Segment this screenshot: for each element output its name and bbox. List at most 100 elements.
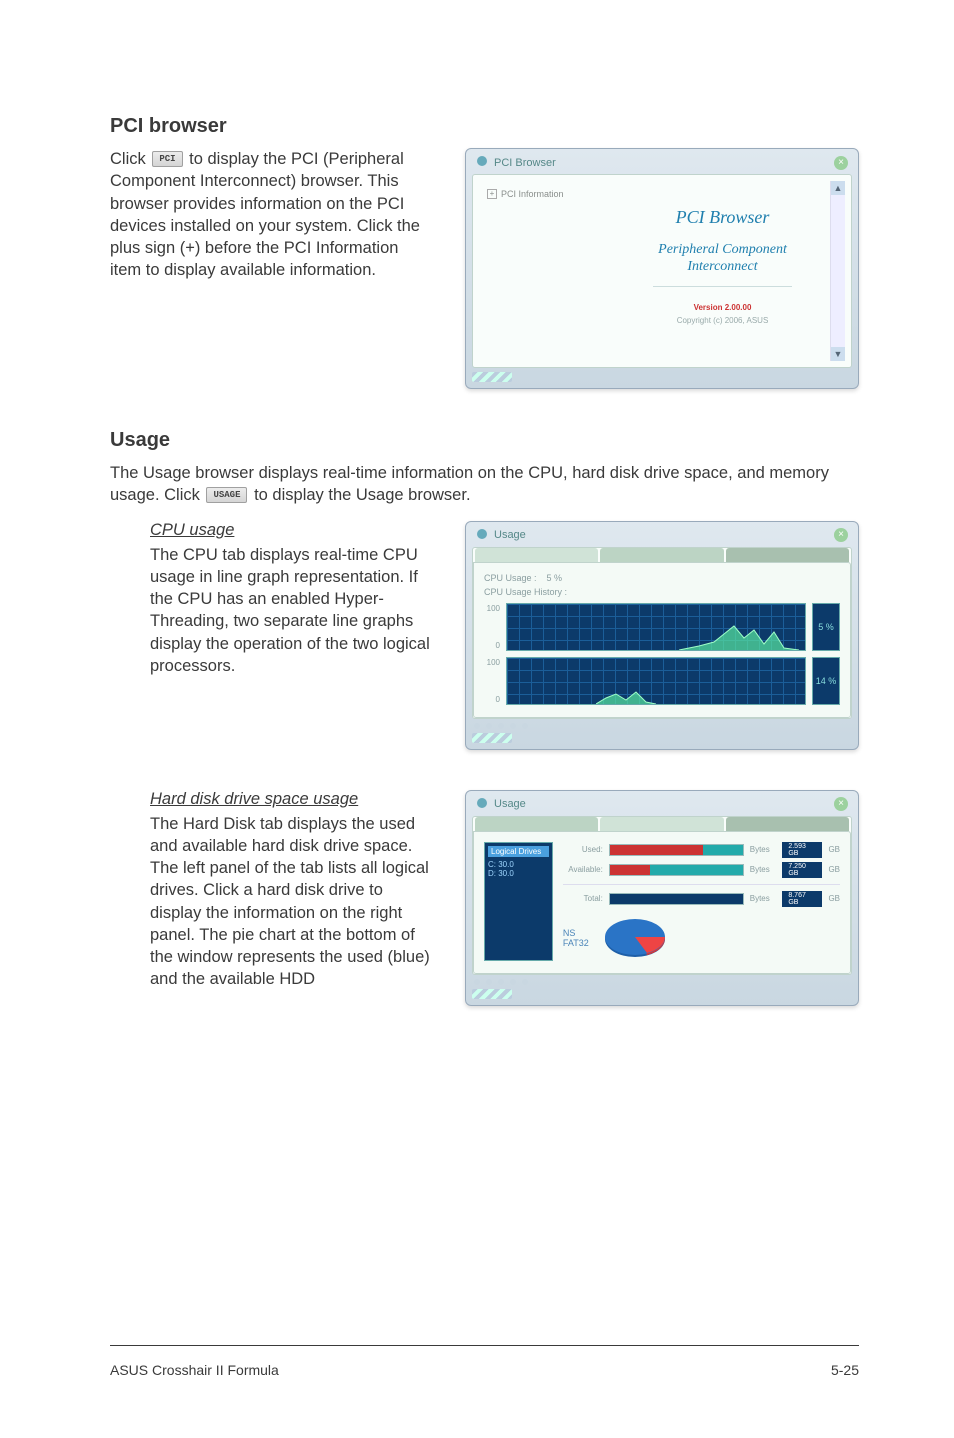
hdd-info-panel: Used: Bytes 2.593 GB GB: [563, 842, 840, 961]
hdd-avail-unit: Bytes: [750, 865, 777, 874]
usage-button-inline[interactable]: USAGE: [206, 487, 247, 503]
usage-tabs-hdd: [473, 817, 851, 831]
hdd-row-total: Total: Bytes 8.767 GB GB: [563, 891, 840, 907]
cpu-window-title: Usage: [494, 529, 526, 541]
pci-copyright: Copyright (c) 2006, ASUS: [677, 316, 769, 325]
footer-left: ASUS Crosshair II Formula: [110, 1362, 279, 1378]
cpu-graph1-yaxis: 100 0: [484, 604, 500, 650]
hdd-drive-item[interactable]: D: 30.0: [488, 869, 549, 878]
hdd-used-unit: Bytes: [750, 845, 777, 854]
close-icon[interactable]: ×: [834, 156, 848, 170]
close-icon[interactable]: ×: [834, 528, 848, 542]
hdd-used-bar: [609, 844, 744, 856]
hdd-usage-window: Usage × Logical Dri: [465, 790, 859, 1006]
tab-cpu[interactable]: [475, 548, 598, 562]
cpu-usage-window: Usage × CPU Usage :: [465, 521, 859, 750]
pci-info-panel: PCI Browser Peripheral Component Interco…: [615, 181, 830, 361]
cpu-usage-value-line: CPU Usage : 5 %: [484, 573, 840, 583]
hdd-avail-bar: [609, 864, 744, 876]
subhead-cpu-usage: CPU usage: [150, 521, 430, 540]
hdd-avail-unit2: GB: [828, 865, 840, 874]
cpu-paragraph: The CPU tab displays real-time CPU usage…: [150, 544, 430, 678]
cpu-usage-label: CPU Usage :: [484, 573, 537, 583]
close-icon[interactable]: ×: [834, 797, 848, 811]
cpu-usage-value: 5 %: [547, 573, 563, 583]
tab-memory[interactable]: [726, 817, 849, 831]
hdd-row-available: Available: Bytes 7.250 GB GB: [563, 862, 840, 878]
tab-hdd[interactable]: [600, 817, 723, 831]
usage-intro-paragraph: The Usage browser displays real-time inf…: [110, 462, 850, 507]
footer-rule: [110, 1345, 859, 1346]
hdd-total-unit: Bytes: [750, 894, 777, 903]
hdd-drive-list: Logical Drives C: 30.0 D: 30.0: [484, 842, 553, 961]
cpu-graph-1: [506, 603, 806, 651]
pci-content-title: PCI Browser: [676, 207, 770, 228]
scrollbar[interactable]: ▲ ▼: [830, 181, 845, 361]
pci-paragraph: Click PCI to display the PCI (Peripheral…: [110, 148, 430, 282]
hdd-total-chip: 8.767 GB: [782, 891, 822, 907]
footer-right: 5-25: [831, 1362, 859, 1378]
heading-pci-browser: PCI browser: [110, 115, 859, 138]
hdd-total-label: Total:: [563, 894, 603, 903]
cpu-window-dots: [472, 719, 852, 729]
pci-window-title: PCI Browser: [494, 157, 556, 169]
hdd-avail-label: Available:: [563, 865, 603, 874]
tab-memory[interactable]: [726, 548, 849, 562]
tab-hdd[interactable]: [600, 548, 723, 562]
plus-icon[interactable]: +: [487, 189, 497, 199]
hdd-used-unit2: GB: [828, 845, 840, 854]
hdd-pie-chart: NS FAT32: [563, 915, 840, 961]
usage-tabs: [473, 548, 851, 562]
cpu-graph2-pct: 14 %: [812, 657, 840, 705]
hdd-total-unit2: GB: [828, 894, 840, 903]
pci-para-post: to display the PCI (Peripheral Component…: [110, 150, 420, 279]
scroll-up-icon[interactable]: ▲: [831, 181, 845, 195]
heading-usage: Usage: [110, 429, 859, 452]
pci-tree-label: PCI Information: [501, 189, 564, 199]
pci-para-pre: Click: [110, 150, 150, 168]
cpu-window-titlebar: Usage ×: [472, 526, 852, 547]
cpu-history-label: CPU Usage History :: [484, 587, 840, 597]
resize-grip-icon[interactable]: [472, 372, 512, 382]
cpu-y-bot: 0: [484, 641, 500, 650]
hdd-used-chip: 2.593 GB: [782, 842, 822, 858]
resize-grip-icon[interactable]: [472, 989, 512, 999]
hdd-drive-item[interactable]: C: 30.0: [488, 860, 549, 869]
pci-version: Version 2.00.00: [694, 303, 752, 312]
pci-sub-line1: Peripheral Component: [658, 242, 787, 257]
hdd-row-used: Used: Bytes 2.593 GB GB: [563, 842, 840, 858]
pci-window-titlebar: PCI Browser ×: [472, 153, 852, 174]
pci-tree-panel: + PCI Information: [479, 181, 615, 361]
cpu-y-bot2: 0: [484, 695, 500, 704]
hdd-window-icon: [476, 797, 488, 812]
pci-browser-window: PCI Browser × + PCI Information: [465, 148, 859, 389]
usage-intro-post: to display the Usage browser.: [254, 486, 470, 504]
hdd-paragraph: The Hard Disk tab displays the used and …: [150, 813, 430, 991]
cpu-window-icon: [476, 528, 488, 543]
resize-grip-icon[interactable]: [472, 733, 512, 743]
cpu-graph-2: [506, 657, 806, 705]
pci-window-icon: [476, 155, 488, 170]
hdd-avail-chip: 7.250 GB: [782, 862, 822, 878]
hdd-total-bar: [609, 893, 744, 905]
pci-content-subtitle: Peripheral Component Interconnect: [658, 242, 787, 276]
hdd-used-label: Used:: [563, 845, 603, 854]
hdd-window-dots: [472, 975, 852, 985]
hdd-pie-label1: NS: [563, 928, 589, 938]
pci-button-inline[interactable]: PCI: [152, 151, 182, 167]
hdd-window-titlebar: Usage ×: [472, 795, 852, 816]
hdd-window-title: Usage: [494, 798, 526, 810]
hdd-pie-label2: FAT32: [563, 938, 589, 948]
subhead-hdd-usage: Hard disk drive space usage: [150, 790, 430, 809]
page-footer: ASUS Crosshair II Formula 5-25: [110, 1356, 859, 1378]
divider: [653, 286, 792, 287]
pci-sub-line2: Interconnect: [687, 259, 757, 274]
cpu-y-top2: 100: [484, 658, 500, 667]
cpu-graph1-pct: 5 %: [812, 603, 840, 651]
tab-cpu[interactable]: [475, 817, 598, 831]
cpu-graph2-yaxis: 100 0: [484, 658, 500, 704]
pci-tree-item[interactable]: + PCI Information: [487, 189, 607, 199]
cpu-y-top: 100: [484, 604, 500, 613]
scroll-down-icon[interactable]: ▼: [831, 347, 845, 361]
hdd-drive-header: Logical Drives: [488, 846, 549, 857]
